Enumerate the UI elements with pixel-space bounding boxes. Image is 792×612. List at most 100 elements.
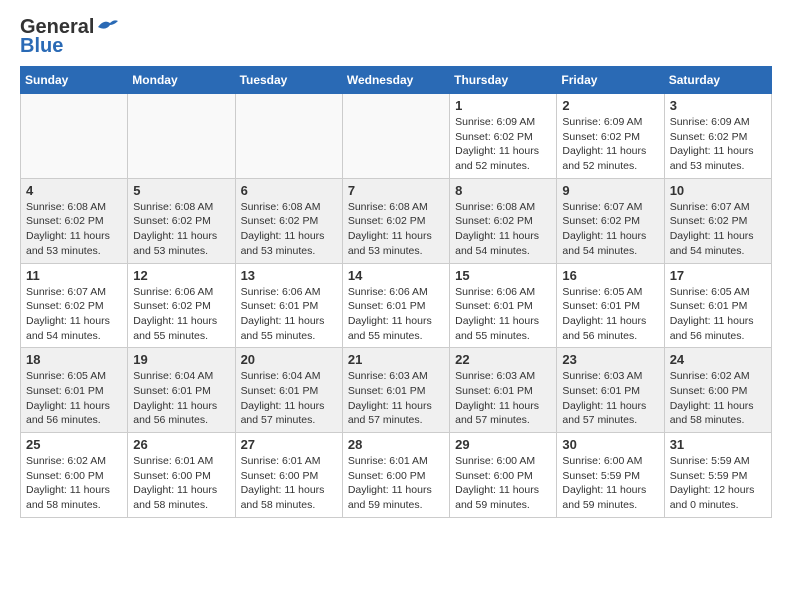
day-number: 27 <box>241 437 337 452</box>
weekday-header-thursday: Thursday <box>450 67 557 94</box>
day-info: Sunrise: 6:02 AM Sunset: 6:00 PM Dayligh… <box>26 454 122 513</box>
day-info: Sunrise: 6:07 AM Sunset: 6:02 PM Dayligh… <box>562 200 658 259</box>
day-number: 26 <box>133 437 229 452</box>
day-cell: 6 Sunrise: 6:08 AM Sunset: 6:02 PM Daylig… <box>235 178 342 263</box>
day-number: 14 <box>348 268 444 283</box>
weekday-header-row: SundayMondayTuesdayWednesdayThursdayFrid… <box>21 67 772 94</box>
day-cell: 18Sunrise: 6:05 AM Sunset: 6:01 PM Dayli… <box>21 348 128 433</box>
day-cell <box>21 94 128 179</box>
day-number: 2 <box>562 98 658 113</box>
day-cell: 11 Sunrise: 6:07 AM Sunset: 6:02 PM Dayli… <box>21 263 128 348</box>
day-cell: 1 Sunrise: 6:09 AM Sunset: 6:02 PM Daylig… <box>450 94 557 179</box>
logo-bird-icon <box>96 17 118 37</box>
day-cell: 25 Sunrise: 6:02 AM Sunset: 6:00 PM Dayli… <box>21 433 128 518</box>
weekday-header-sunday: Sunday <box>21 67 128 94</box>
logo-blue-text: Blue <box>20 35 63 58</box>
day-number: 24 <box>670 352 766 367</box>
day-cell: 24 Sunrise: 6:02 AM Sunset: 6:00 PM Dayli… <box>664 348 771 433</box>
day-number: 20 <box>241 352 337 367</box>
day-number: 28 <box>348 437 444 452</box>
day-number: 5 <box>133 183 229 198</box>
day-info: Sunrise: 6:08 AM Sunset: 6:02 PM Dayligh… <box>241 200 337 259</box>
day-number: 1 <box>455 98 551 113</box>
day-info: Sunrise: 6:05 AM Sunset: 6:01 PM Dayligh… <box>562 285 658 344</box>
day-number: 17 <box>670 268 766 283</box>
day-number: 11 <box>26 268 122 283</box>
day-number: 3 <box>670 98 766 113</box>
weekday-header-wednesday: Wednesday <box>342 67 449 94</box>
day-number: 13 <box>241 268 337 283</box>
weekday-header-tuesday: Tuesday <box>235 67 342 94</box>
day-number: 7 <box>348 183 444 198</box>
day-number: 29 <box>455 437 551 452</box>
day-number: 30 <box>562 437 658 452</box>
day-number: 15 <box>455 268 551 283</box>
day-cell: 12 Sunrise: 6:06 AM Sunset: 6:02 PM Dayli… <box>128 263 235 348</box>
day-info: Sunrise: 6:08 AM Sunset: 6:02 PM Dayligh… <box>133 200 229 259</box>
week-row-4: 18Sunrise: 6:05 AM Sunset: 6:01 PM Dayli… <box>21 348 772 433</box>
day-info: Sunrise: 6:08 AM Sunset: 6:02 PM Dayligh… <box>455 200 551 259</box>
week-row-5: 25 Sunrise: 6:02 AM Sunset: 6:00 PM Dayli… <box>21 433 772 518</box>
day-number: 16 <box>562 268 658 283</box>
day-cell: 31 Sunrise: 5:59 AM Sunset: 5:59 PM Dayli… <box>664 433 771 518</box>
day-number: 25 <box>26 437 122 452</box>
day-info: Sunrise: 6:07 AM Sunset: 6:02 PM Dayligh… <box>670 200 766 259</box>
weekday-header-saturday: Saturday <box>664 67 771 94</box>
day-info: Sunrise: 6:02 AM Sunset: 6:00 PM Dayligh… <box>670 369 766 428</box>
day-number: 19 <box>133 352 229 367</box>
day-info: Sunrise: 6:08 AM Sunset: 6:02 PM Dayligh… <box>26 200 122 259</box>
day-info: Sunrise: 6:04 AM Sunset: 6:01 PM Dayligh… <box>133 369 229 428</box>
logo: General Blue <box>20 16 118 58</box>
day-info: Sunrise: 6:00 AM Sunset: 6:00 PM Dayligh… <box>455 454 551 513</box>
day-info: Sunrise: 6:09 AM Sunset: 6:02 PM Dayligh… <box>455 115 551 174</box>
day-number: 23 <box>562 352 658 367</box>
day-cell: 10 Sunrise: 6:07 AM Sunset: 6:02 PM Dayli… <box>664 178 771 263</box>
day-cell <box>128 94 235 179</box>
weekday-header-monday: Monday <box>128 67 235 94</box>
day-info: Sunrise: 6:01 AM Sunset: 6:00 PM Dayligh… <box>133 454 229 513</box>
day-cell: 28Sunrise: 6:01 AM Sunset: 6:00 PM Dayli… <box>342 433 449 518</box>
day-number: 31 <box>670 437 766 452</box>
day-cell: 29 Sunrise: 6:00 AM Sunset: 6:00 PM Dayli… <box>450 433 557 518</box>
day-cell: 15 Sunrise: 6:06 AM Sunset: 6:01 PM Dayli… <box>450 263 557 348</box>
calendar-table: SundayMondayTuesdayWednesdayThursdayFrid… <box>20 66 772 518</box>
week-row-1: 1 Sunrise: 6:09 AM Sunset: 6:02 PM Daylig… <box>21 94 772 179</box>
day-cell: 2Sunrise: 6:09 AM Sunset: 6:02 PM Daylig… <box>557 94 664 179</box>
week-row-3: 11 Sunrise: 6:07 AM Sunset: 6:02 PM Dayli… <box>21 263 772 348</box>
day-info: Sunrise: 6:06 AM Sunset: 6:01 PM Dayligh… <box>348 285 444 344</box>
day-number: 12 <box>133 268 229 283</box>
day-cell <box>342 94 449 179</box>
day-number: 9 <box>562 183 658 198</box>
day-cell <box>235 94 342 179</box>
day-info: Sunrise: 6:06 AM Sunset: 6:01 PM Dayligh… <box>241 285 337 344</box>
day-info: Sunrise: 6:09 AM Sunset: 6:02 PM Dayligh… <box>670 115 766 174</box>
day-cell: 19 Sunrise: 6:04 AM Sunset: 6:01 PM Dayli… <box>128 348 235 433</box>
day-cell: 13 Sunrise: 6:06 AM Sunset: 6:01 PM Dayli… <box>235 263 342 348</box>
day-info: Sunrise: 6:03 AM Sunset: 6:01 PM Dayligh… <box>455 369 551 428</box>
day-cell: 30 Sunrise: 6:00 AM Sunset: 5:59 PM Dayli… <box>557 433 664 518</box>
day-info: Sunrise: 6:05 AM Sunset: 6:01 PM Dayligh… <box>670 285 766 344</box>
day-number: 18 <box>26 352 122 367</box>
day-number: 22 <box>455 352 551 367</box>
page-header: General Blue <box>20 16 772 58</box>
day-info: Sunrise: 6:04 AM Sunset: 6:01 PM Dayligh… <box>241 369 337 428</box>
day-cell: 17 Sunrise: 6:05 AM Sunset: 6:01 PM Dayli… <box>664 263 771 348</box>
day-info: Sunrise: 5:59 AM Sunset: 5:59 PM Dayligh… <box>670 454 766 513</box>
day-info: Sunrise: 6:03 AM Sunset: 6:01 PM Dayligh… <box>562 369 658 428</box>
day-info: Sunrise: 6:08 AM Sunset: 6:02 PM Dayligh… <box>348 200 444 259</box>
day-info: Sunrise: 6:06 AM Sunset: 6:01 PM Dayligh… <box>455 285 551 344</box>
day-cell: 4Sunrise: 6:08 AM Sunset: 6:02 PM Daylig… <box>21 178 128 263</box>
day-cell: 21Sunrise: 6:03 AM Sunset: 6:01 PM Dayli… <box>342 348 449 433</box>
day-info: Sunrise: 6:00 AM Sunset: 5:59 PM Dayligh… <box>562 454 658 513</box>
day-info: Sunrise: 6:07 AM Sunset: 6:02 PM Dayligh… <box>26 285 122 344</box>
weekday-header-friday: Friday <box>557 67 664 94</box>
day-number: 10 <box>670 183 766 198</box>
day-cell: 5 Sunrise: 6:08 AM Sunset: 6:02 PM Daylig… <box>128 178 235 263</box>
day-cell: 3 Sunrise: 6:09 AM Sunset: 6:02 PM Daylig… <box>664 94 771 179</box>
day-cell: 27Sunrise: 6:01 AM Sunset: 6:00 PM Dayli… <box>235 433 342 518</box>
day-info: Sunrise: 6:03 AM Sunset: 6:01 PM Dayligh… <box>348 369 444 428</box>
day-number: 6 <box>241 183 337 198</box>
day-cell: 8Sunrise: 6:08 AM Sunset: 6:02 PM Daylig… <box>450 178 557 263</box>
day-info: Sunrise: 6:06 AM Sunset: 6:02 PM Dayligh… <box>133 285 229 344</box>
day-cell: 26 Sunrise: 6:01 AM Sunset: 6:00 PM Dayli… <box>128 433 235 518</box>
